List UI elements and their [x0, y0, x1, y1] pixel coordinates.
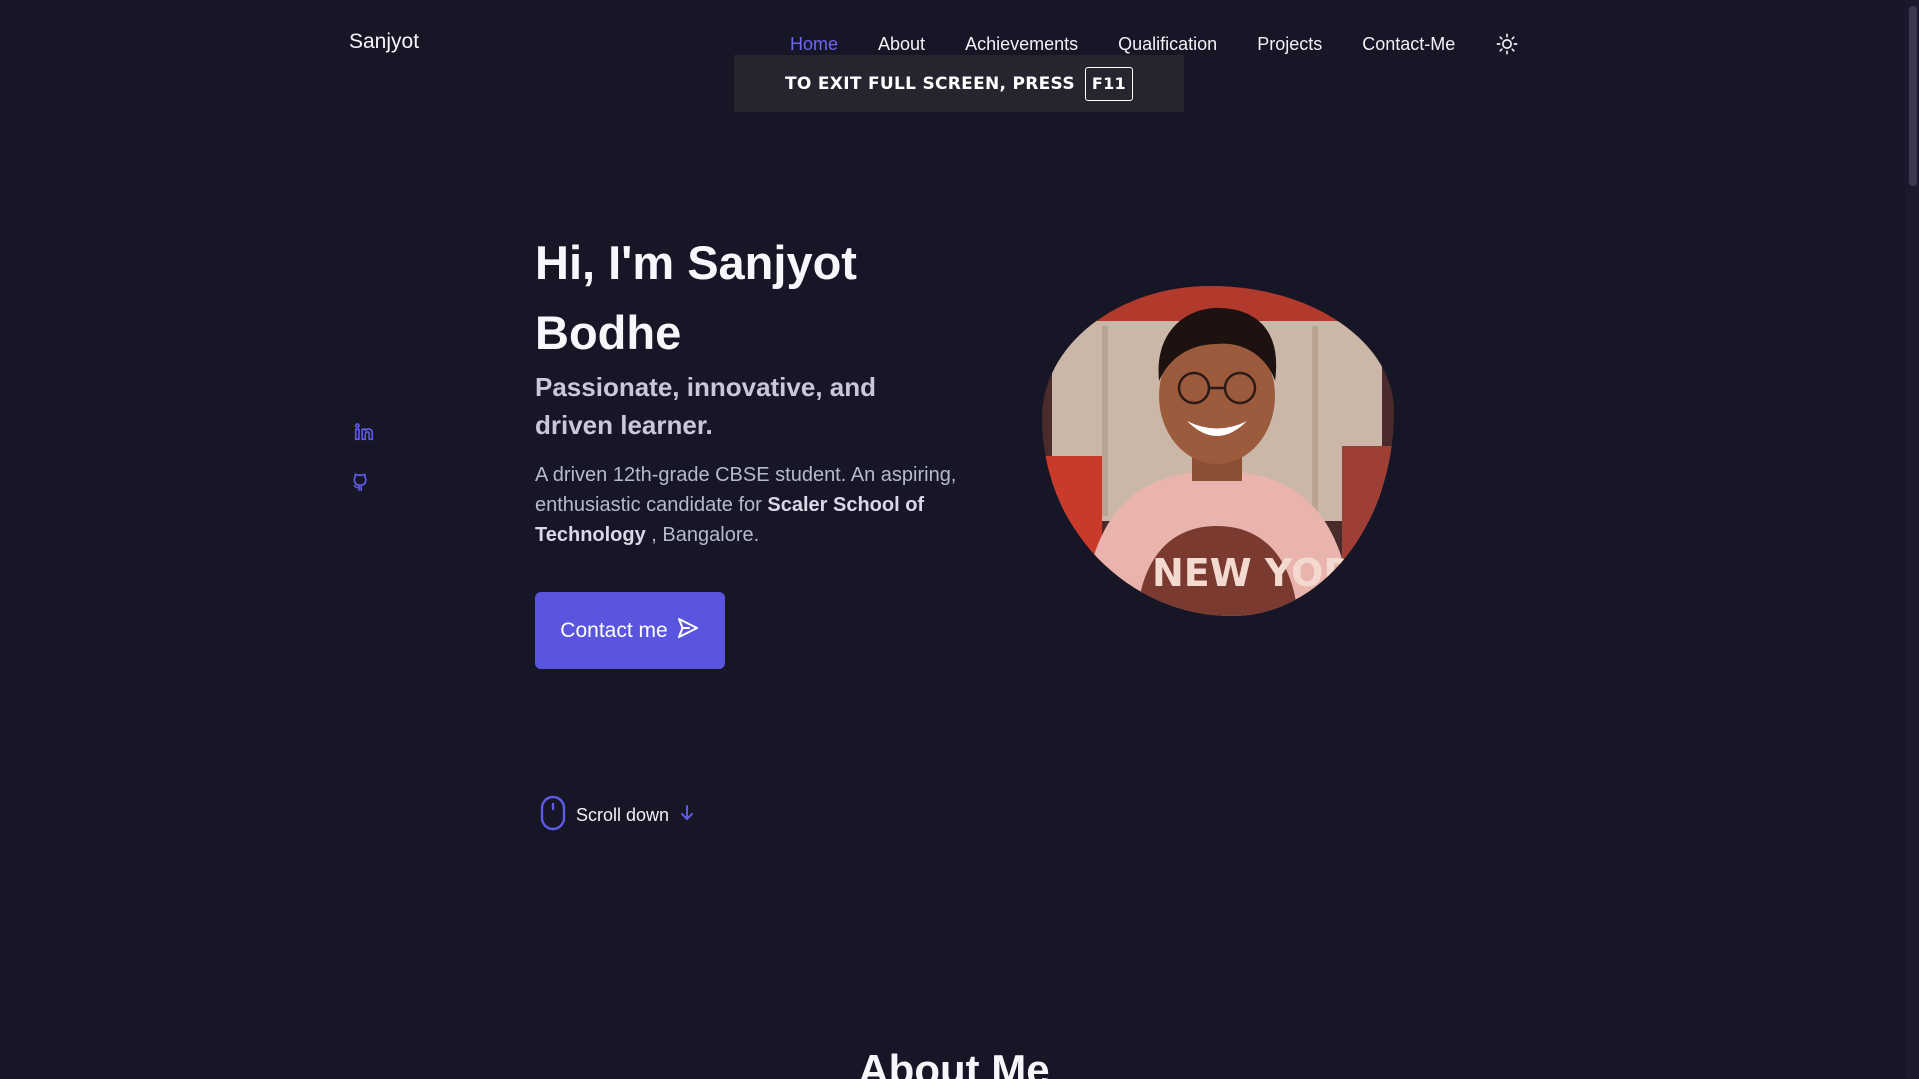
contact-me-button[interactable]: Contact me — [535, 592, 725, 669]
sun-icon[interactable] — [1495, 32, 1519, 56]
contact-me-label: Contact me — [560, 618, 668, 642]
scroll-down-link[interactable]: Scroll down — [540, 795, 695, 836]
scroll-down-label: Scroll down — [576, 805, 670, 825]
profile-avatar: NEW YORK — [1042, 286, 1394, 616]
hero-subtitle: Passionate, innovative, and driven learn… — [535, 372, 876, 440]
hero-title: Hi, I'm Sanjyot Bodhe — [535, 236, 857, 359]
nav-contact-me[interactable]: Contact-Me — [1362, 34, 1455, 55]
nav-home[interactable]: Home — [790, 34, 838, 55]
nav-qualification[interactable]: Qualification — [1118, 34, 1217, 55]
scrollbar-thumb[interactable] — [1909, 6, 1917, 186]
nav-achievements[interactable]: Achievements — [965, 34, 1078, 55]
github-icon[interactable] — [352, 470, 376, 494]
fullscreen-notice-text: TO EXIT FULL SCREEN, PRESS — [785, 73, 1075, 94]
page-scrollbar[interactable] — [1905, 0, 1919, 1079]
about-section-title: About Me — [858, 1046, 1050, 1079]
nav-projects[interactable]: Projects — [1257, 34, 1322, 55]
svg-text:NEW YORK: NEW YORK — [1152, 551, 1384, 595]
main-nav: Home About Achievements Qualification Pr… — [790, 32, 1519, 56]
send-icon — [676, 616, 700, 646]
fullscreen-exit-notice: TO EXIT FULL SCREEN, PRESS F11 — [734, 55, 1184, 112]
linkedin-icon[interactable] — [352, 420, 376, 444]
nav-about[interactable]: About — [878, 34, 925, 55]
social-links — [352, 420, 376, 494]
mouse-icon — [540, 795, 566, 836]
hero-description: A driven 12th-grade CBSE student. An asp… — [535, 460, 975, 550]
hero-description-location: , Bangalore. — [645, 524, 760, 546]
brand-logo[interactable]: Sanjyot — [349, 30, 419, 54]
arrow-down-icon — [679, 804, 695, 827]
portfolio-page: Sanjyot Home About Achievements Qualific… — [0, 0, 1919, 1079]
fullscreen-key-badge: F11 — [1084, 66, 1133, 101]
